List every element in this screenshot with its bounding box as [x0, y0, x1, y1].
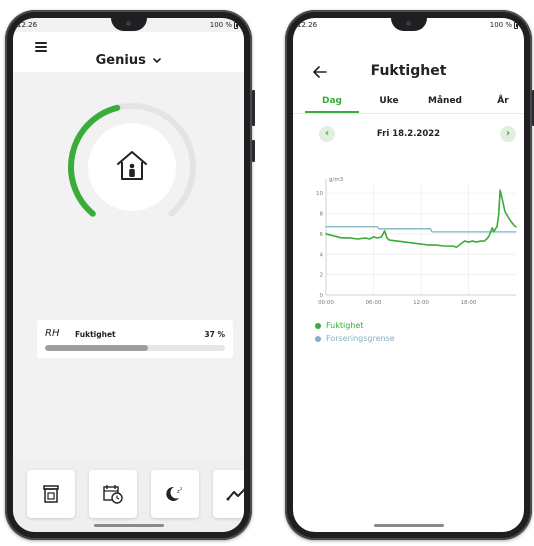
humidity-card[interactable]: RH Fuktighet 37 %	[37, 320, 233, 358]
svg-text:z: z	[180, 486, 182, 491]
y-tick-label: 6	[320, 232, 324, 238]
humidity-detail-screen: 12.26 100 % Fuktighet Dag Uke Måned År ‹…	[293, 18, 524, 532]
battery-icon	[234, 21, 238, 29]
x-tick-label: 12:00	[413, 300, 429, 306]
power-button	[252, 140, 255, 162]
period-tabs: Dag Uke Måned År	[293, 90, 524, 114]
page-title: Fuktighet	[370, 63, 447, 79]
chart-legend: Fuktighet Forseringsgrense	[315, 319, 395, 345]
battery-text: 100 %	[209, 21, 232, 29]
legend-dot	[315, 322, 321, 329]
humidity-value: 37 %	[204, 330, 225, 339]
tab-uke[interactable]: Uke	[379, 96, 398, 106]
humidity-bar-track	[45, 345, 225, 351]
humidity-gauge[interactable]	[66, 101, 198, 233]
humidity-bar-fill	[45, 345, 148, 351]
history-button[interactable]	[213, 470, 244, 518]
x-tick-label: 06:00	[366, 300, 382, 306]
night-mode-button[interactable]: z z	[151, 470, 199, 518]
battery-icon	[514, 21, 518, 29]
x-tick-label: 00:00	[318, 300, 334, 306]
y-tick-label: 0	[320, 293, 324, 299]
humidity-chart: 0 2 4 6 8 10 00:00 06:00 12:00 18:00 g/m3	[316, 177, 517, 306]
chevron-down-icon	[153, 57, 162, 63]
x-tick-label: 18:00	[461, 300, 477, 306]
tab-ar[interactable]: År	[497, 96, 508, 106]
date-navigator: ‹ Fri 18.2.2022 ›	[293, 124, 524, 144]
calendar-clock-icon	[103, 485, 123, 504]
legend-label: Fuktighet	[326, 321, 364, 330]
status-time: 12.26	[297, 21, 318, 29]
moon-sleep-icon: z z	[166, 486, 182, 501]
rh-abbreviation: RH	[45, 328, 60, 339]
phone-right: 12.26 100 % Fuktighet Dag Uke Måned År ‹…	[285, 10, 534, 540]
legend-item-fuktighet: Fuktighet	[315, 319, 395, 332]
fireplace-button[interactable]	[27, 470, 75, 518]
y-tick-label: 4	[320, 252, 324, 258]
trend-graph-icon	[226, 487, 244, 501]
home-indicator[interactable]	[93, 524, 164, 527]
home-screen: 12.26 100 % Genius RH Fuktighet 37 % z z	[13, 18, 244, 532]
fireplace-icon	[43, 485, 59, 503]
y-axis-unit-label: g/m3	[329, 177, 344, 183]
legend-item-forseringsgrense: Forseringsgrense	[315, 332, 395, 345]
device-title-text: Genius	[95, 53, 146, 68]
hamburger-menu-icon[interactable]	[35, 42, 47, 52]
home-indicator[interactable]	[373, 524, 444, 527]
device-title[interactable]: Genius	[13, 53, 244, 68]
tab-dag[interactable]: Dag	[322, 96, 342, 106]
tab-divider	[293, 113, 524, 114]
current-date: Fri 18.2.2022	[376, 129, 441, 139]
humidity-label: Fuktighet	[75, 330, 116, 339]
y-tick-label: 2	[320, 273, 324, 279]
volume-button	[252, 90, 255, 126]
legend-label: Forseringsgrense	[326, 334, 395, 343]
tab-maned[interactable]: Måned	[428, 96, 462, 106]
phone-left: 12.26 100 % Genius RH Fuktighet 37 % z z	[5, 10, 255, 540]
y-tick-label: 10	[316, 191, 323, 197]
y-tick-label: 8	[320, 212, 324, 218]
legend-dot	[315, 335, 321, 342]
status-time: 12.26	[17, 21, 38, 29]
next-day-button[interactable]: ›	[500, 126, 516, 142]
battery-text: 100 %	[489, 21, 512, 29]
schedule-button[interactable]	[89, 470, 137, 518]
